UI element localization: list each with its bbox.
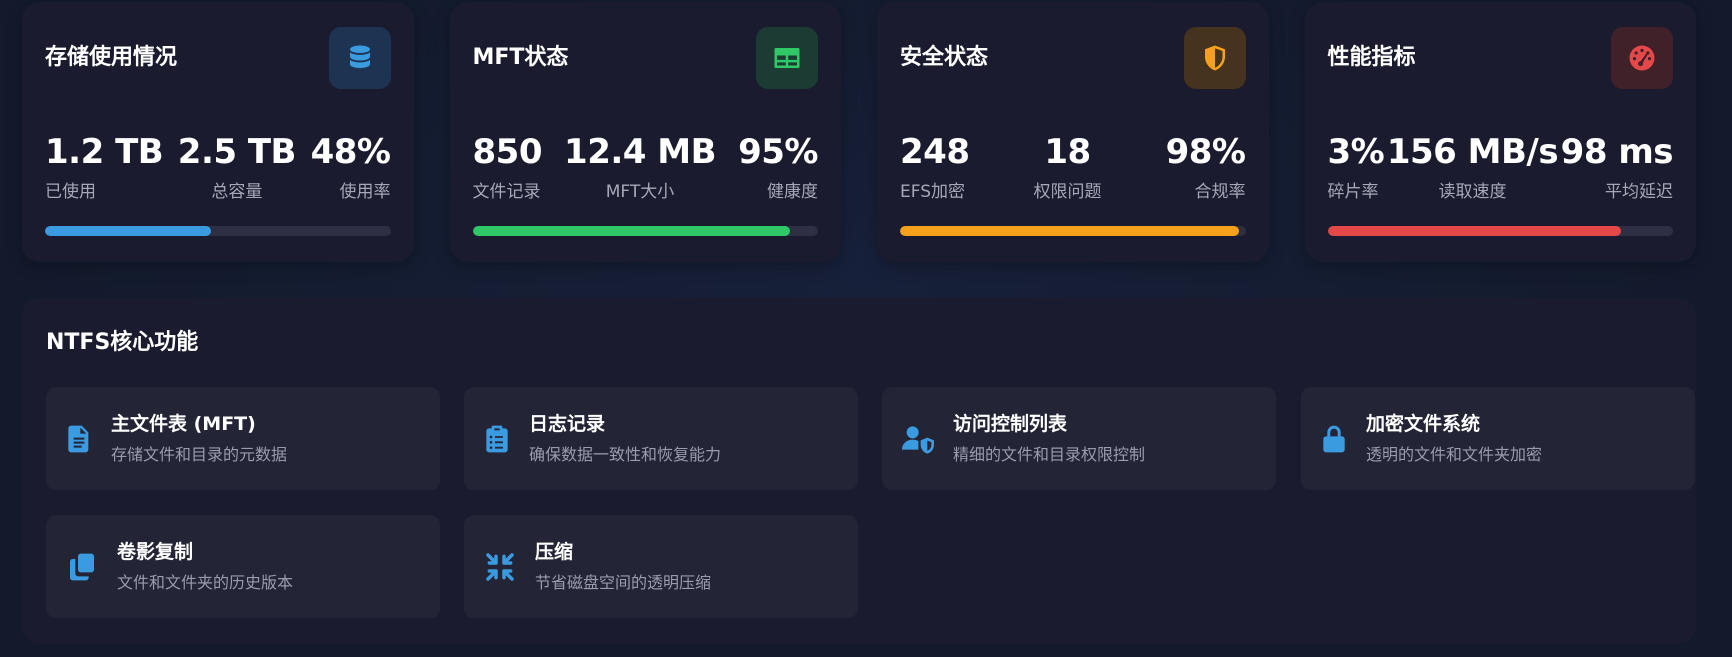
stat-label: 权限问题 — [1033, 182, 1102, 202]
stat-label: 文件记录 — [472, 182, 541, 202]
feature-title: 加密文件系统 — [1366, 412, 1481, 435]
clipboard-list-icon — [480, 422, 514, 456]
feature-title: 压缩 — [535, 540, 574, 563]
card-title: MFT状态 — [472, 45, 569, 70]
stat-cards: 存储使用情况 1.2 TB 已使用 2.5 TB 总容量 48% 使用率 MFT… — [22, 2, 1696, 262]
stat-value: 95% — [738, 132, 818, 172]
stat-efs: 248 EFS加密 — [900, 132, 970, 202]
progress-bar — [45, 226, 391, 236]
feature-compression[interactable]: 压缩 节省磁盘空间的透明压缩 — [464, 515, 858, 618]
lock-icon — [1317, 422, 1351, 456]
stat-value: 48% — [310, 132, 391, 172]
stat-value: 2.5 TB — [177, 132, 297, 172]
stat-value: 98 ms — [1560, 132, 1674, 172]
table-icon — [756, 27, 818, 89]
compress-icon — [480, 550, 520, 584]
feature-mft[interactable]: 主文件表 (MFT) 存储文件和目录的元数据 — [46, 387, 440, 490]
storage-card: 存储使用情况 1.2 TB 已使用 2.5 TB 总容量 48% 使用率 — [22, 2, 414, 262]
stat-label: 使用率 — [339, 182, 391, 202]
database-icon — [328, 27, 391, 89]
feature-title: 日志记录 — [529, 412, 606, 435]
stat-value: 3% — [1327, 132, 1385, 172]
stat-value: 18 — [1044, 132, 1091, 172]
progress-bar — [1327, 226, 1673, 236]
progress-fill — [900, 226, 1239, 236]
performance-card: 性能指标 3% 碎片率 156 MB/s 读取速度 98 ms 平均延迟 — [1304, 2, 1696, 262]
feature-title: 访问控制列表 — [953, 412, 1068, 435]
stat-permission-issues: 18 权限问题 — [1034, 135, 1102, 202]
gauge-icon — [1611, 27, 1673, 89]
feature-desc: 节省磁盘空间的透明压缩 — [535, 572, 712, 592]
stat-label: 合规率 — [1194, 182, 1246, 202]
user-shield-icon — [898, 422, 938, 456]
stat-value: 12.4 MB — [564, 132, 717, 172]
stat-fragmentation: 3% 碎片率 — [1328, 135, 1385, 202]
page: 存储使用情况 1.2 TB 已使用 2.5 TB 总容量 48% 使用率 MFT… — [0, 0, 1732, 657]
feature-efs[interactable]: 加密文件系统 透明的文件和文件夹加密 — [1301, 387, 1695, 490]
stat-label: 读取速度 — [1438, 182, 1507, 202]
stat-value: 850 — [472, 132, 543, 172]
stat-usage-rate: 48% 使用率 — [311, 135, 391, 202]
progress-fill — [472, 226, 791, 236]
stat-label: 已使用 — [45, 182, 96, 202]
stat-label: 总容量 — [211, 182, 263, 202]
stat-value: 248 — [900, 132, 970, 172]
stat-file-records: 850 文件记录 — [472, 132, 543, 202]
progress-bar — [472, 226, 818, 236]
stat-used: 1.2 TB 已使用 — [45, 132, 164, 202]
security-card: 安全状态 248 EFS加密 18 权限问题 98% 合规率 — [877, 2, 1269, 262]
feature-shadow-copy[interactable]: 卷影复制 文件和文件夹的历史版本 — [46, 515, 440, 618]
stat-latency: 98 ms 平均延迟 — [1560, 132, 1674, 202]
feature-desc: 确保数据一致性和恢复能力 — [529, 444, 722, 464]
file-icon — [62, 422, 96, 456]
shield-icon — [1183, 27, 1246, 89]
card-title: 性能指标 — [1327, 45, 1416, 70]
feature-journaling[interactable]: 日志记录 确保数据一致性和恢复能力 — [464, 387, 858, 490]
copy-icon — [62, 550, 102, 584]
card-title: 安全状态 — [900, 45, 989, 70]
stat-health: 95% 健康度 — [738, 135, 818, 202]
progress-fill — [1327, 226, 1622, 236]
feature-acl[interactable]: 访问控制列表 精细的文件和目录权限控制 — [882, 387, 1276, 490]
card-title: 存储使用情况 — [45, 45, 178, 70]
stat-label: 平均延迟 — [1605, 182, 1673, 202]
stat-compliance: 98% 合规率 — [1166, 135, 1246, 202]
feature-title: 卷影复制 — [117, 540, 194, 563]
stat-value: 1.2 TB — [45, 132, 164, 172]
feature-desc: 存储文件和目录的元数据 — [111, 444, 288, 464]
progress-fill — [45, 226, 211, 236]
section-title: NTFS核心功能 — [46, 330, 199, 355]
stat-read-speed: 156 MB/s 读取速度 — [1386, 132, 1559, 202]
progress-bar — [900, 226, 1246, 236]
stat-label: 健康度 — [766, 182, 818, 202]
stat-value: 98% — [1165, 132, 1246, 172]
stat-label: MFT大小 — [605, 182, 675, 202]
stat-value: 156 MB/s — [1386, 132, 1559, 172]
mft-card: MFT状态 850 文件记录 12.4 MB MFT大小 95% 健康度 — [449, 2, 841, 262]
stat-label: 碎片率 — [1327, 182, 1379, 202]
feature-desc: 文件和文件夹的历史版本 — [117, 572, 294, 592]
feature-title: 主文件表 (MFT) — [111, 412, 256, 435]
feature-desc: 精细的文件和目录权限控制 — [953, 444, 1146, 464]
stat-total: 2.5 TB 总容量 — [177, 132, 297, 202]
stat-mft-size: 12.4 MB MFT大小 — [564, 135, 716, 202]
feature-desc: 透明的文件和文件夹加密 — [1366, 444, 1543, 464]
stat-label: EFS加密 — [900, 182, 966, 202]
